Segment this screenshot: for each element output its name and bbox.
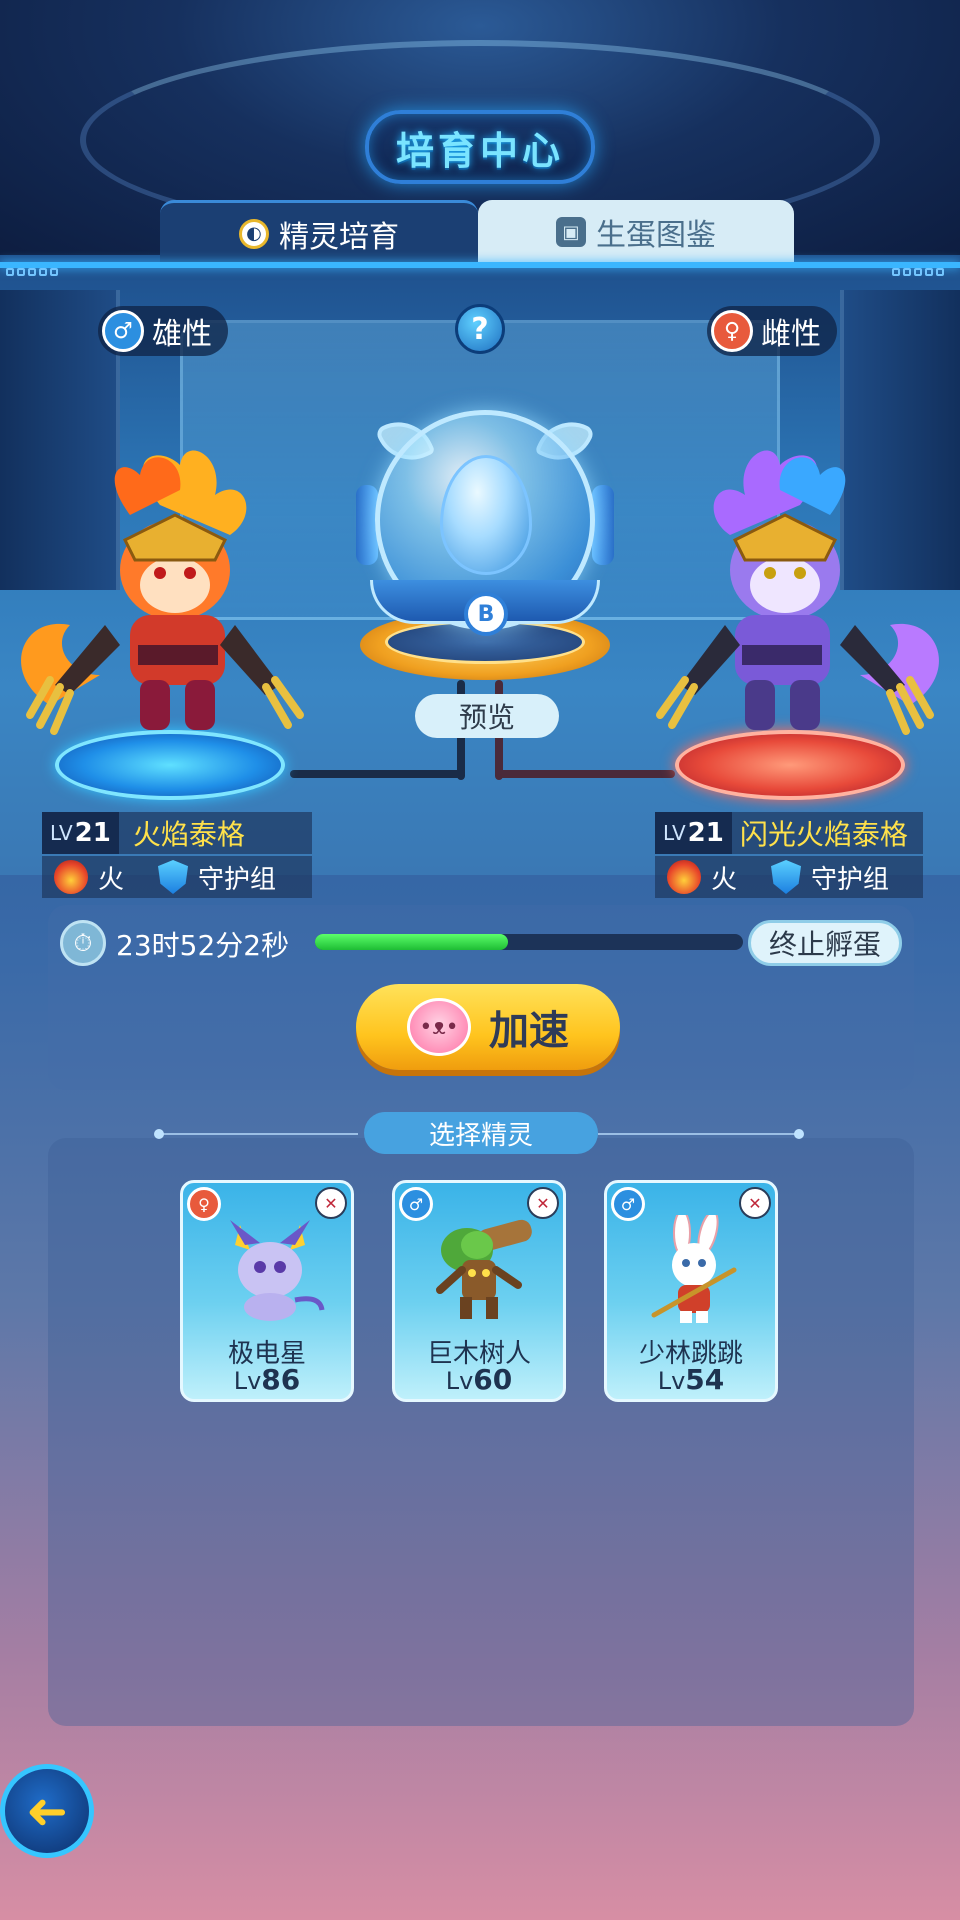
speed-up-label: 加速 [489, 1008, 569, 1054]
tab-breeding-label: 精灵培育 [279, 219, 399, 255]
breed-icon: ◐ [239, 218, 269, 249]
connector-left-horizontal [290, 770, 465, 778]
selection-divider-dot-left [154, 1129, 164, 1139]
pink-mascot-icon: •ᴥ• [407, 998, 471, 1056]
help-button[interactable]: ? [455, 304, 505, 354]
female-level-chip: LV 21 [655, 812, 732, 854]
tab-bar-underline [0, 262, 960, 268]
book-icon: ▣ [556, 217, 586, 247]
female-parent-info: LV 21 闪光火焰泰格 [655, 812, 923, 854]
fire-attribute-icon [54, 860, 88, 894]
shield-icon [158, 860, 189, 894]
pet-card-3-level: Lv54 [607, 1363, 775, 1396]
page-title: 培育中心 [395, 128, 564, 173]
selection-divider-dot-right [794, 1129, 804, 1139]
light-strip-right [886, 268, 960, 282]
incubator-handle-right [592, 485, 614, 565]
female-icon: ♀ [711, 310, 753, 352]
pet-portrait-3 [651, 1215, 737, 1323]
hatch-progress-fill [315, 934, 508, 950]
shiny-fire-tiger-sprite[interactable] [650, 445, 950, 765]
pet-card-1-level: Lv86 [183, 1363, 351, 1396]
pet-card-3-level-prefix: Lv [657, 1367, 686, 1395]
fire-tiger-sprite[interactable] [10, 445, 310, 765]
female-attribute: 火 [711, 864, 738, 895]
pet-card-1[interactable]: ♀ ✕ 极电星 Lv86 [180, 1180, 354, 1402]
male-level-chip: LV 21 [42, 812, 119, 854]
timer-icon: ⏱ [60, 920, 106, 966]
pet-card-2[interactable]: ♂ ✕ 巨木树人 Lv60 [392, 1180, 566, 1402]
male-egg-group: 守护组 [198, 864, 277, 895]
back-button[interactable]: ➜ [0, 1764, 94, 1858]
pet-card-3-level-value: 54 [685, 1363, 725, 1396]
pet-portrait-1 [230, 1220, 325, 1321]
pet-card-2-level: Lv60 [395, 1363, 563, 1396]
light-strip-left [0, 268, 74, 282]
pet-card-3[interactable]: ♂ ✕ 少林跳跳 Lv54 [604, 1180, 778, 1402]
male-parent-attributes: 火 守护组 [42, 856, 312, 898]
tab-egg-catalog-label: 生蛋图鉴 [596, 218, 716, 253]
incubator-badge: B [464, 592, 508, 636]
pet-card-1-level-prefix: Lv [233, 1367, 262, 1395]
female-parent-attributes: 火 守护组 [655, 856, 923, 898]
male-level-prefix: LV [50, 821, 73, 845]
male-parent-name: 火焰泰格 [132, 818, 245, 851]
connector-right-horizontal [495, 770, 675, 778]
female-parent-label: ♀ 雌性 [707, 306, 837, 356]
stop-hatching-button[interactable]: 终止孵蛋 [748, 920, 902, 966]
speed-up-button[interactable]: •ᴥ• 加速 [356, 984, 620, 1070]
pet-card-2-level-value: 60 [473, 1363, 513, 1396]
title-plate: 培育中心 [365, 110, 595, 184]
fire-attribute-icon [667, 860, 701, 894]
pet-card-1-level-value: 86 [261, 1363, 301, 1396]
hatch-time-remaining: 23时52分2秒 [116, 929, 290, 962]
male-level-value: 21 [74, 818, 111, 848]
shield-icon [771, 860, 802, 894]
female-label-text: 雌性 [761, 317, 821, 352]
male-label-text: 雄性 [152, 317, 212, 352]
female-level-value: 21 [687, 818, 724, 848]
preview-button[interactable]: 预览 [415, 694, 559, 738]
tab-breeding[interactable]: ◐ 精灵培育 [160, 200, 478, 264]
tab-egg-catalog[interactable]: ▣ 生蛋图鉴 [478, 200, 794, 264]
male-parent-info: LV 21 火焰泰格 [42, 812, 312, 854]
female-parent-name: 闪光火焰泰格 [739, 818, 908, 851]
pet-portrait-2 [436, 1219, 532, 1319]
female-egg-group: 守护组 [811, 864, 890, 895]
male-icon: ♂ [102, 310, 144, 352]
selection-divider-right [598, 1133, 800, 1135]
selection-title: 选择精灵 [364, 1112, 598, 1154]
selection-divider-left [158, 1133, 358, 1135]
back-arrow-icon: ➜ [26, 1782, 68, 1840]
pet-card-2-level-prefix: Lv [445, 1367, 474, 1395]
male-parent-label: ♂ 雄性 [98, 306, 228, 356]
female-level-prefix: LV [663, 821, 686, 845]
male-attribute: 火 [98, 864, 125, 895]
